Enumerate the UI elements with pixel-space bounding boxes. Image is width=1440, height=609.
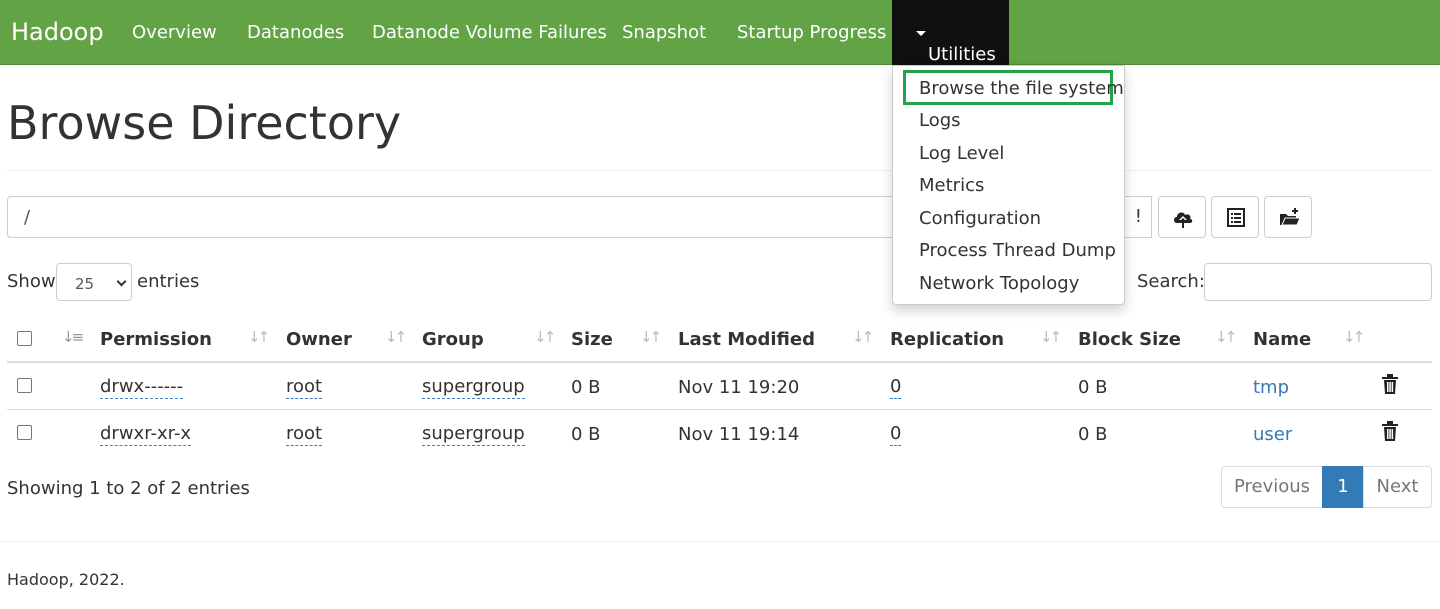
- current-page-button[interactable]: 1: [1322, 466, 1364, 508]
- column-header-last-modified[interactable]: Last Modified: [678, 329, 815, 350]
- cell-block-size: 0 B: [1078, 377, 1108, 398]
- nav-utilities-dropdown[interactable]: Utilities: [892, 0, 1009, 65]
- footer-divider: [0, 541, 1440, 542]
- cell-permission[interactable]: drwx------: [100, 376, 184, 399]
- caret-down-icon: [916, 30, 926, 36]
- cell-replication[interactable]: 0: [890, 423, 902, 446]
- trash-icon[interactable]: [1381, 374, 1399, 394]
- sort-icon: ↓↑: [1215, 328, 1237, 346]
- brand-link[interactable]: Hadoop: [11, 18, 104, 46]
- page-title: Browse Directory: [7, 96, 402, 150]
- sort-icon: ↓↑: [640, 328, 662, 346]
- select-all-checkbox[interactable]: [17, 331, 32, 346]
- column-header-owner[interactable]: Owner: [286, 329, 352, 350]
- nav-snapshot[interactable]: Snapshot: [622, 22, 706, 43]
- menu-item-configuration[interactable]: Configuration: [919, 208, 1041, 229]
- table-info: Showing 1 to 2 of 2 entries: [7, 478, 250, 499]
- cell-last-modified: Nov 11 19:20: [678, 377, 800, 398]
- column-header-name[interactable]: Name: [1253, 329, 1311, 350]
- chevron-down-icon: [116, 276, 127, 287]
- nav-utilities-label: Utilities: [928, 44, 996, 65]
- column-header-group[interactable]: Group: [422, 329, 484, 350]
- sort-icon: ↓↑: [1040, 328, 1062, 346]
- show-label: Show: [7, 271, 56, 292]
- cell-group[interactable]: supergroup: [422, 376, 525, 399]
- sort-icon: ↓↑: [534, 328, 556, 346]
- title-divider: [7, 170, 1432, 171]
- utilities-menu: Browse the file system Logs Log Level Me…: [892, 65, 1125, 305]
- cell-block-size: 0 B: [1078, 424, 1108, 445]
- create-folder-button[interactable]: [1264, 196, 1312, 238]
- go-button-label: !: [1134, 206, 1142, 227]
- upload-button[interactable]: [1158, 196, 1206, 238]
- cloud-upload-icon: [1174, 212, 1193, 228]
- menu-item-browse-file-system[interactable]: Browse the file system: [919, 78, 1124, 99]
- footer-text: Hadoop, 2022.: [7, 570, 125, 589]
- cell-owner[interactable]: root: [286, 376, 323, 399]
- sort-amount-icon[interactable]: ↓≡: [62, 328, 84, 346]
- search-label: Search:: [1137, 271, 1205, 292]
- cell-size: 0 B: [571, 377, 601, 398]
- menu-item-network-topology[interactable]: Network Topology: [919, 273, 1079, 294]
- nav-datanodes[interactable]: Datanodes: [247, 22, 344, 43]
- list-alt-icon: [1227, 208, 1245, 227]
- cell-name-link[interactable]: tmp: [1253, 377, 1289, 398]
- row-divider: [7, 409, 1432, 410]
- menu-item-metrics[interactable]: Metrics: [919, 175, 984, 196]
- directory-path-value: /: [24, 207, 31, 228]
- next-page-button[interactable]: Next: [1363, 466, 1432, 508]
- sort-icon: ↓↑: [852, 328, 874, 346]
- sort-icon: ↓↑: [248, 328, 270, 346]
- nav-startup-progress[interactable]: Startup Progress: [737, 22, 886, 43]
- cell-name-link[interactable]: user: [1253, 424, 1292, 445]
- entries-per-page-value: 25: [75, 275, 95, 293]
- top-navbar: Hadoop Overview Datanodes Datanode Volum…: [0, 0, 1440, 65]
- search-input[interactable]: [1204, 263, 1432, 301]
- cell-group[interactable]: supergroup: [422, 423, 525, 446]
- previous-page-button[interactable]: Previous: [1221, 466, 1323, 508]
- row-checkbox[interactable]: [17, 425, 32, 440]
- folder-open-icon: [1280, 208, 1301, 226]
- cell-permission[interactable]: drwxr-xr-x: [100, 423, 191, 446]
- nav-overview[interactable]: Overview: [132, 22, 217, 43]
- go-button[interactable]: !: [1124, 196, 1154, 238]
- sort-icon: ↓↑: [1343, 328, 1365, 346]
- menu-item-process-thread-dump[interactable]: Process Thread Dump: [919, 240, 1116, 261]
- column-header-block-size[interactable]: Block Size: [1078, 329, 1181, 350]
- table-header-divider: [7, 361, 1432, 363]
- trash-icon[interactable]: [1381, 421, 1399, 441]
- cell-replication[interactable]: 0: [890, 376, 902, 399]
- column-header-size[interactable]: Size: [571, 329, 613, 350]
- cell-size: 0 B: [571, 424, 601, 445]
- menu-item-log-level[interactable]: Log Level: [919, 143, 1004, 164]
- cell-last-modified: Nov 11 19:14: [678, 424, 800, 445]
- sort-icon: ↓↑: [385, 328, 407, 346]
- entries-per-page-select[interactable]: 25: [56, 263, 132, 301]
- nav-datanode-volume-failures[interactable]: Datanode Volume Failures: [372, 22, 607, 43]
- entries-label: entries: [137, 271, 200, 292]
- list-button[interactable]: [1211, 196, 1259, 238]
- row-checkbox[interactable]: [17, 378, 32, 393]
- menu-item-logs[interactable]: Logs: [919, 110, 961, 131]
- cell-owner[interactable]: root: [286, 423, 323, 446]
- column-header-replication[interactable]: Replication: [890, 329, 1004, 350]
- column-header-permission[interactable]: Permission: [100, 329, 212, 350]
